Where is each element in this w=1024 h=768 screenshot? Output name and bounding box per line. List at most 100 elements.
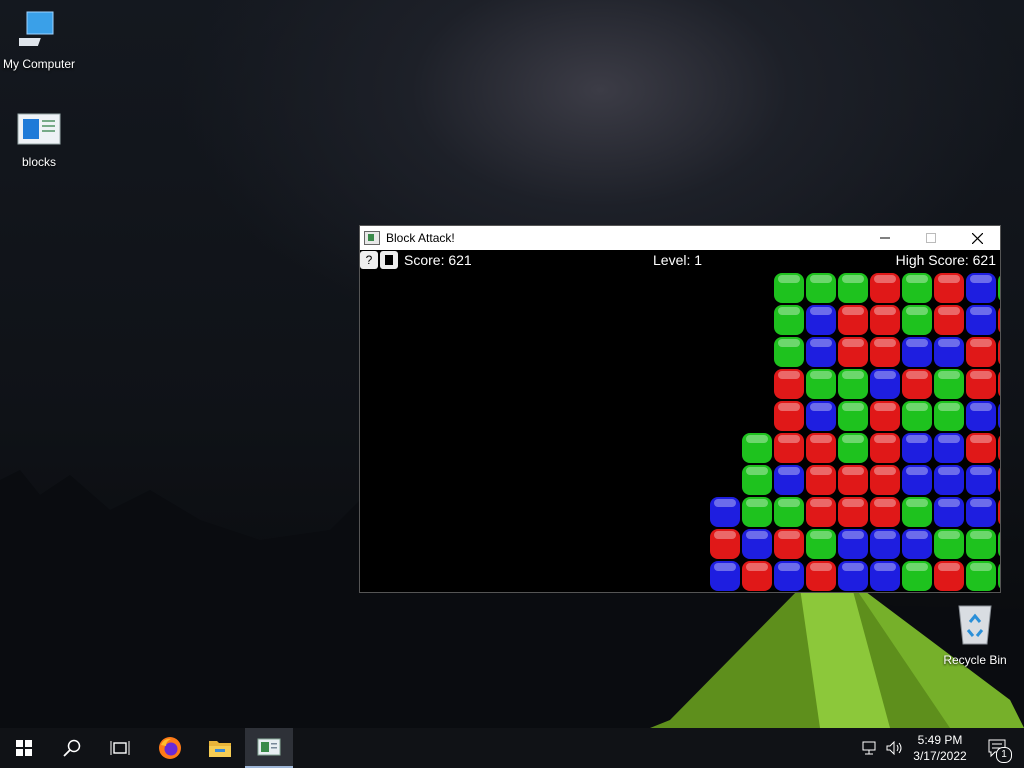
block-red[interactable] xyxy=(998,305,1000,335)
window-titlebar[interactable]: Block Attack! xyxy=(360,226,1000,250)
block-red[interactable] xyxy=(966,337,996,367)
block-green[interactable] xyxy=(742,465,772,495)
minimize-button[interactable] xyxy=(862,226,908,250)
game-area[interactable]: ? Score: 621 Level: 1 High Score: 621 xyxy=(360,250,1000,592)
maximize-button[interactable] xyxy=(908,226,954,250)
block-red[interactable] xyxy=(998,465,1000,495)
block-green[interactable] xyxy=(902,497,932,527)
block-red[interactable] xyxy=(806,497,836,527)
block-blue[interactable] xyxy=(934,433,964,463)
block-red[interactable] xyxy=(774,369,804,399)
block-red[interactable] xyxy=(966,369,996,399)
block-red[interactable] xyxy=(838,337,868,367)
block-green[interactable] xyxy=(966,561,996,591)
block-red[interactable] xyxy=(870,401,900,431)
block-board[interactable] xyxy=(360,250,1000,592)
network-button[interactable] xyxy=(856,728,884,768)
block-blue[interactable] xyxy=(902,529,932,559)
block-red[interactable] xyxy=(998,369,1000,399)
file-explorer-button[interactable] xyxy=(196,728,244,768)
block-blue[interactable] xyxy=(806,337,836,367)
block-red[interactable] xyxy=(934,273,964,303)
block-blue[interactable] xyxy=(902,465,932,495)
block-green[interactable] xyxy=(934,401,964,431)
block-blue[interactable] xyxy=(934,497,964,527)
block-red[interactable] xyxy=(998,497,1000,527)
block-blue[interactable] xyxy=(966,465,996,495)
block-blue[interactable] xyxy=(934,337,964,367)
notification-button[interactable]: 1 xyxy=(978,728,1018,768)
block-red[interactable] xyxy=(870,497,900,527)
block-blue[interactable] xyxy=(902,337,932,367)
firefox-button[interactable] xyxy=(146,728,194,768)
block-blue[interactable] xyxy=(838,529,868,559)
block-blue[interactable] xyxy=(966,401,996,431)
block-green[interactable] xyxy=(774,337,804,367)
desktop-icon-my-computer[interactable]: My Computer xyxy=(0,10,78,71)
block-green[interactable] xyxy=(998,561,1000,591)
block-red[interactable] xyxy=(902,369,932,399)
block-blue[interactable] xyxy=(838,561,868,591)
block-red[interactable] xyxy=(838,465,868,495)
block-green[interactable] xyxy=(774,497,804,527)
block-green[interactable] xyxy=(774,305,804,335)
block-red[interactable] xyxy=(806,561,836,591)
block-red[interactable] xyxy=(710,529,740,559)
clock[interactable]: 5:49 PM 3/17/2022 xyxy=(908,732,972,764)
block-blue[interactable] xyxy=(966,305,996,335)
block-blue[interactable] xyxy=(710,561,740,591)
block-blue[interactable] xyxy=(806,305,836,335)
block-green[interactable] xyxy=(742,497,772,527)
block-green[interactable] xyxy=(806,273,836,303)
block-blue[interactable] xyxy=(998,401,1000,431)
block-red[interactable] xyxy=(870,433,900,463)
block-blue[interactable] xyxy=(870,561,900,591)
block-green[interactable] xyxy=(774,273,804,303)
block-red[interactable] xyxy=(806,433,836,463)
block-red[interactable] xyxy=(838,305,868,335)
block-red[interactable] xyxy=(870,305,900,335)
block-red[interactable] xyxy=(806,465,836,495)
block-blue[interactable] xyxy=(902,433,932,463)
block-attack-taskbar-button[interactable] xyxy=(245,728,293,768)
block-green[interactable] xyxy=(838,401,868,431)
block-green[interactable] xyxy=(902,305,932,335)
block-red[interactable] xyxy=(998,337,1000,367)
block-red[interactable] xyxy=(870,465,900,495)
block-blue[interactable] xyxy=(966,273,996,303)
block-green[interactable] xyxy=(902,273,932,303)
block-red[interactable] xyxy=(774,529,804,559)
block-blue[interactable] xyxy=(774,561,804,591)
block-blue[interactable] xyxy=(870,369,900,399)
block-red[interactable] xyxy=(870,337,900,367)
block-blue[interactable] xyxy=(806,401,836,431)
block-green[interactable] xyxy=(902,401,932,431)
block-red[interactable] xyxy=(998,433,1000,463)
volume-button[interactable] xyxy=(882,728,908,768)
block-green[interactable] xyxy=(742,433,772,463)
block-red[interactable] xyxy=(774,401,804,431)
block-green[interactable] xyxy=(998,273,1000,303)
help-button[interactable]: ? xyxy=(360,251,378,269)
close-button[interactable] xyxy=(954,226,1000,250)
block-red[interactable] xyxy=(774,433,804,463)
block-blue[interactable] xyxy=(966,497,996,527)
task-view-button[interactable] xyxy=(96,728,144,768)
block-blue[interactable] xyxy=(934,465,964,495)
block-green[interactable] xyxy=(934,529,964,559)
block-green[interactable] xyxy=(838,433,868,463)
search-button[interactable] xyxy=(48,728,96,768)
block-green[interactable] xyxy=(998,529,1000,559)
block-green[interactable] xyxy=(838,369,868,399)
block-blue[interactable] xyxy=(870,529,900,559)
block-green[interactable] xyxy=(806,369,836,399)
block-blue[interactable] xyxy=(774,465,804,495)
block-blue[interactable] xyxy=(710,497,740,527)
block-green[interactable] xyxy=(806,529,836,559)
block-green[interactable] xyxy=(902,561,932,591)
block-red[interactable] xyxy=(934,305,964,335)
block-red[interactable] xyxy=(934,561,964,591)
block-red[interactable] xyxy=(838,497,868,527)
start-button[interactable] xyxy=(0,728,48,768)
block-red[interactable] xyxy=(966,433,996,463)
